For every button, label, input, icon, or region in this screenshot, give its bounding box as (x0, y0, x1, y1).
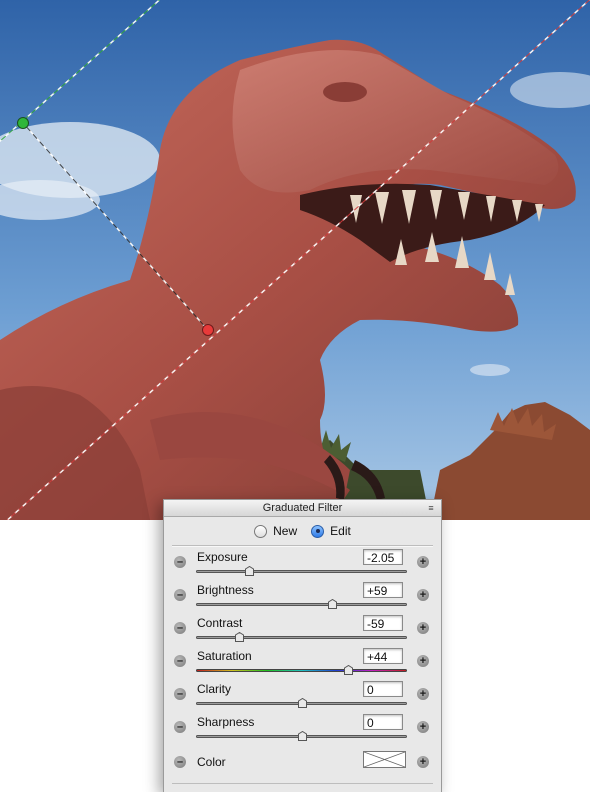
contrast-value-field[interactable]: -59 (363, 615, 403, 631)
mode-selector: New Edit (164, 517, 441, 545)
saturation-slider-track[interactable] (196, 669, 407, 672)
panel-title: Graduated Filter (262, 502, 343, 514)
mode-new-label: New (273, 524, 298, 538)
brightness-slider-thumb[interactable] (328, 599, 338, 609)
contrast-label: Contrast (197, 616, 243, 630)
exposure-plus-button[interactable]: + (417, 556, 429, 568)
clarity-value-field[interactable]: 0 (363, 681, 403, 697)
graduated-filter-panel: Graduated Filter ≡ New Edit – Exposure -2.… (163, 499, 442, 792)
brightness-minus-button[interactable]: – (174, 589, 186, 601)
clarity-minus-button[interactable]: – (174, 688, 186, 700)
clarity-plus-button[interactable]: + (417, 688, 429, 700)
no-color-icon (363, 751, 406, 768)
sharpness-label: Sharpness (197, 715, 255, 729)
photo-image (0, 0, 590, 520)
exposure-value-field[interactable]: -2.05 (363, 549, 403, 565)
brightness-plus-button[interactable]: + (417, 589, 429, 601)
color-label: Color (197, 755, 226, 769)
mode-edit-label: Edit (330, 524, 351, 538)
sharpness-value-field[interactable]: 0 (363, 714, 403, 730)
panel-titlebar: Graduated Filter ≡ (164, 500, 441, 517)
exposure-minus-button[interactable]: – (174, 556, 186, 568)
mode-new-radio[interactable] (254, 524, 268, 538)
color-row: – Color + (164, 745, 441, 779)
color-plus-button[interactable]: + (417, 756, 429, 768)
panel-bottom-divider (172, 783, 433, 784)
slider-list: – Exposure -2.05 + – Brightness +59 + – Contrast -… (164, 547, 441, 745)
exposure-slider-row: – Exposure -2.05 + (164, 547, 441, 580)
sharpness-minus-button[interactable]: – (174, 721, 186, 733)
sharpness-plus-button[interactable]: + (417, 721, 429, 733)
brightness-value-field[interactable]: +59 (363, 582, 403, 598)
brightness-slider-row: – Brightness +59 + (164, 580, 441, 613)
saturation-plus-button[interactable]: + (417, 655, 429, 667)
contrast-slider-thumb[interactable] (235, 632, 245, 642)
sharpness-slider-row: – Sharpness 0 + (164, 712, 441, 745)
color-minus-button[interactable]: – (174, 756, 186, 768)
exposure-slider-track[interactable] (196, 570, 407, 573)
contrast-slider-track[interactable] (196, 636, 407, 639)
saturation-minus-button[interactable]: – (174, 655, 186, 667)
clarity-slider-row: – Clarity 0 + (164, 679, 441, 712)
sharpness-slider-thumb[interactable] (297, 731, 307, 741)
contrast-plus-button[interactable]: + (417, 622, 429, 634)
brightness-slider-track[interactable] (196, 603, 407, 606)
mode-new-option[interactable]: New (254, 524, 297, 538)
color-swatch[interactable] (363, 751, 406, 768)
clarity-slider-thumb[interactable] (297, 698, 307, 708)
contrast-slider-row: – Contrast -59 + (164, 613, 441, 646)
panel-menu-icon[interactable]: ≡ (425, 503, 437, 513)
saturation-value-field[interactable]: +44 (363, 648, 403, 664)
photo-canvas[interactable] (0, 0, 590, 520)
saturation-label: Saturation (197, 649, 252, 663)
contrast-minus-button[interactable]: – (174, 622, 186, 634)
exposure-label: Exposure (197, 550, 248, 564)
clarity-label: Clarity (197, 682, 232, 696)
mode-edit-option[interactable]: Edit (311, 524, 351, 538)
brightness-label: Brightness (197, 583, 254, 597)
saturation-slider-thumb[interactable] (343, 665, 353, 675)
mode-edit-radio[interactable] (311, 524, 325, 538)
saturation-slider-row: – Saturation +44 + (164, 646, 441, 679)
exposure-slider-thumb[interactable] (244, 566, 254, 576)
